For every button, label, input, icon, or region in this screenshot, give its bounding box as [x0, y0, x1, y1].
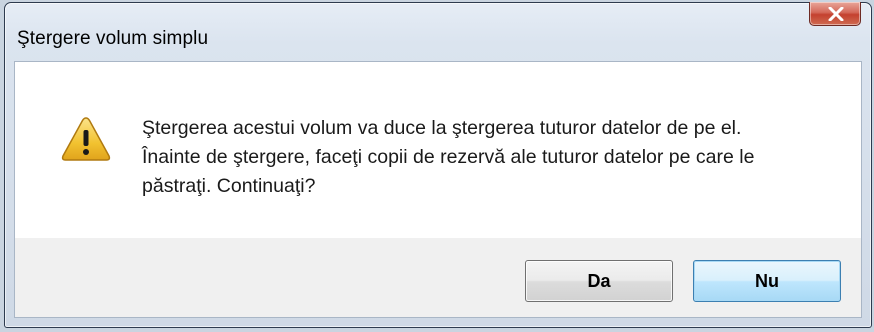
dialog-window: Ştergere volum simplu Ştergerea acestui … — [4, 2, 872, 328]
message-line: păstraţi. Continuaţi? — [142, 175, 316, 197]
close-button[interactable] — [809, 2, 861, 26]
yes-button[interactable]: Da — [525, 260, 673, 302]
warning-icon — [61, 117, 111, 161]
message-line: Înainte de ştergere, faceţi copii de rez… — [142, 146, 755, 168]
dialog-body: Ştergerea acestui volum va duce la şterg… — [14, 61, 862, 318]
window-title: Ştergere volum simplu — [17, 28, 209, 49]
message-line: Ştergerea acestui volum va duce la şterg… — [142, 117, 742, 139]
close-icon — [828, 7, 844, 21]
no-button[interactable]: Nu — [693, 260, 841, 302]
message-area: Ştergerea acestui volum va duce la şterg… — [15, 62, 861, 238]
confirmation-message: Ştergerea acestui volum va duce la şterg… — [142, 114, 832, 201]
title-bar[interactable]: Ştergere volum simplu — [5, 2, 871, 61]
